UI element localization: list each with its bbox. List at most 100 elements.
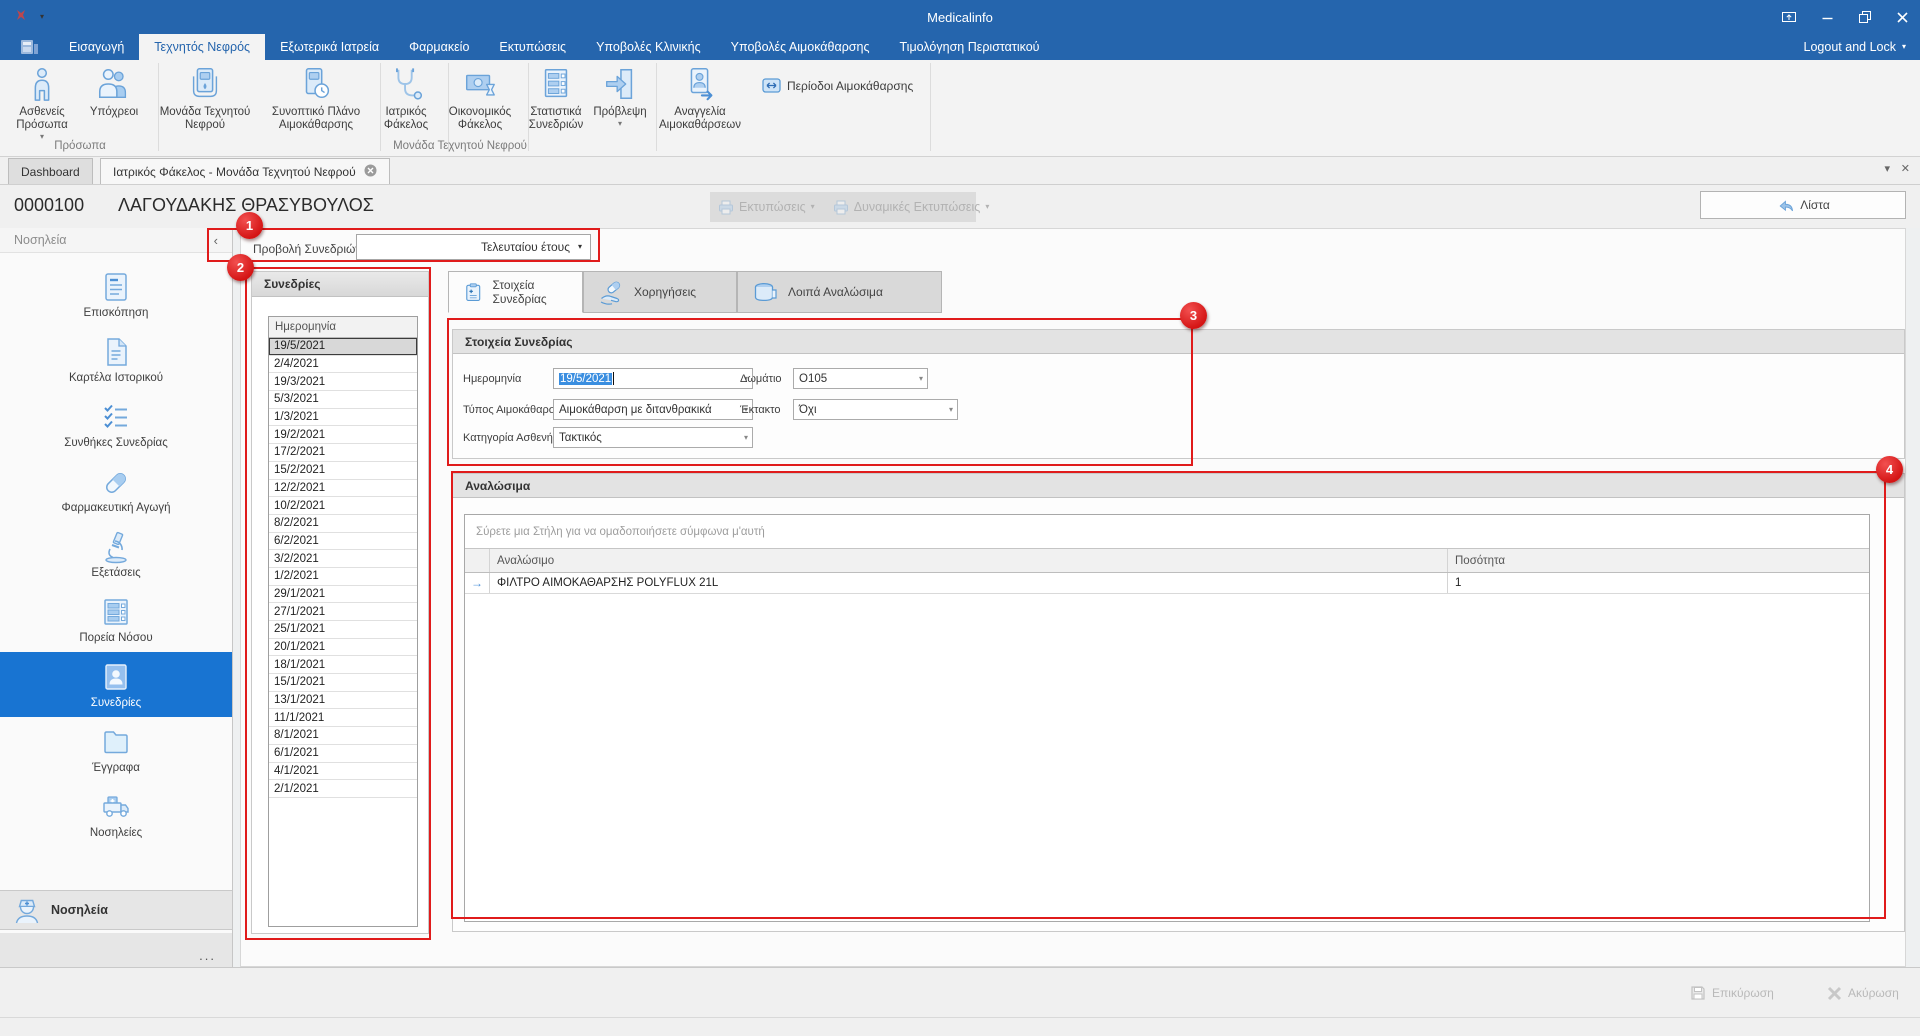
session-date-row[interactable]: 15/2/2021 [269,462,417,480]
collapse-icon[interactable]: ‹ [214,233,218,248]
ribbon-button-medical-file[interactable]: Ιατρικός Φάκελος [372,63,440,132]
session-date-row[interactable]: 13/1/2021 [269,692,417,710]
sidebar-header[interactable]: Νοσηλεία ‹ [0,228,232,253]
quantity-column-header[interactable]: Ποσότητα [1448,549,1869,572]
session-date-row[interactable]: 29/1/2021 [269,586,417,604]
session-date-row[interactable]: 6/1/2021 [269,745,417,763]
list-button[interactable]: Λίστα [1700,191,1906,219]
session-date-row[interactable]: 2/1/2021 [269,780,417,798]
sidebar-item-synedries[interactable]: Συνεδρίες [0,652,232,717]
tabstrip-close-icon[interactable]: ✕ [1901,164,1910,175]
application-window: Medicalinfo ▾ Εισαγωγή Τ [0,0,1920,1036]
close-icon[interactable] [1897,12,1908,23]
session-date-row[interactable]: 20/1/2021 [269,639,417,657]
tabstrip-dropdown-icon[interactable]: ▾ [1884,164,1890,175]
session-date-row[interactable]: 15/1/2021 [269,674,417,692]
ribbon-button-dialysis-periods[interactable]: Περίοδοι Αιμοκάθαρσης [752,77,923,94]
printer-icon [833,200,849,215]
logout-and-lock-button[interactable]: Logout and Lock ▾ [1804,34,1906,60]
doc-tab-dashboard[interactable]: Dashboard [8,158,93,184]
session-date-row[interactable]: 5/3/2021 [269,391,417,409]
consumable-column-header[interactable]: Αναλώσιμο [490,549,1448,572]
menu-tab-ektyposeis[interactable]: Εκτυπώσεις [484,34,581,60]
group-by-hint[interactable]: Σύρετε μια Στήλη για να ομαδοποιήσετε σύ… [465,515,1869,549]
quick-access-arrow-icon[interactable]: ▾ [40,13,44,21]
session-date-row[interactable]: 11/1/2021 [269,709,417,727]
sidebar-item-poreia-nosou[interactable]: Πορεία Νόσου [0,587,232,652]
session-date-row[interactable]: 25/1/2021 [269,621,417,639]
session-dates-list: 19/5/20212/4/202119/3/20215/3/20211/3/20… [269,338,417,798]
menu-tab-exoterika-iatreia[interactable]: Εξωτερικά Ιατρεία [265,34,394,60]
doc-tab-medical-file[interactable]: Ιατρικός Φάκελος - Μονάδα Τεχνητού Νεφρο… [100,158,390,184]
session-date-row[interactable]: 19/2/2021 [269,426,417,444]
session-date-row[interactable]: 6/2/2021 [269,533,417,551]
sidebar-item-exetaseis[interactable]: Εξετάσεις [0,522,232,587]
patient-header: 0000100 ΛΑΓΟΥΔΑΚΗΣ ΘΡΑΣΥΒΟΥΛΟΣ Εκτυπώσει… [0,185,1920,228]
ribbon-button-forecast[interactable]: Πρόβλεψη ▾ [592,63,648,128]
confirm-button[interactable]: Επικύρωση [1690,980,1774,1006]
dialysis-type-field[interactable]: Αιμοκάθαρση με διτανθρακικά ▾ [553,399,753,420]
session-date-row[interactable]: 10/2/2021 [269,497,417,515]
tab-other-consumables[interactable]: Λοιπά Αναλώσιμα [737,271,942,313]
room-field[interactable]: Ο105 ▾ [793,368,928,389]
sidebar-item-nosileies[interactable]: Νοσηλείες [0,782,232,847]
printer-icon [718,200,734,215]
consumable-row[interactable]: → ΦΙΛΤΡΟ ΑΙΜΟΚΑΘΑΡΣΗΣ POLYFLUX 21L 1 [465,573,1869,594]
session-date-row[interactable]: 17/2/2021 [269,444,417,462]
menu-tab-timologisi[interactable]: Τιμολόγηση Περιστατικού [885,34,1055,60]
menu-tab-ypovoles-klinikis[interactable]: Υποβολές Κλινικής [581,34,716,60]
ribbon-button-session-stats[interactable]: Στατιστικά Συνεδριών [520,63,592,132]
session-date-row[interactable]: 2/4/2021 [269,356,417,374]
ribbon-button-dialysis-unit[interactable]: Μονάδα Τεχνητού Νεφρού [150,63,260,132]
session-date-row[interactable]: 19/3/2021 [269,373,417,391]
session-date-row[interactable]: 8/1/2021 [269,727,417,745]
sidebar-item-farmakeutiki-agogi[interactable]: Φαρμακευτική Αγωγή [0,457,232,522]
session-date-row[interactable]: 19/5/2021 [269,338,417,356]
tray-icon[interactable] [1782,11,1796,23]
minimize-icon[interactable] [1822,12,1833,23]
sidebar-item-synthikes-synedrias[interactable]: Συνθήκες Συνεδρίας [0,392,232,457]
session-view-dropdown[interactable]: Τελευταίου έτους ▾ [356,234,591,260]
session-date-row[interactable]: 4/1/2021 [269,763,417,781]
chevron-down-icon: ▾ [618,120,622,128]
menu-tab-texnitos-nefros[interactable]: Τεχνητός Νεφρός [139,34,265,60]
app-logo-icon [14,8,28,27]
history-card-icon [99,335,133,369]
sidebar-overflow-button[interactable]: ... [0,933,232,967]
print-button[interactable]: Εκτυπώσεις ▾ [718,200,815,215]
main-workspace: Προβολή Συνεδριών Τελευταίου έτους ▾ Συν… [240,228,1906,967]
session-date-row[interactable]: 27/1/2021 [269,603,417,621]
tab-session-details[interactable]: Στοιχεία Συνεδρίας [448,271,583,313]
sidebar-footer-nosileia[interactable]: Νοσηλεία [0,890,232,930]
sidebar-item-eggrafa[interactable]: Έγγραφα [0,717,232,782]
session-date-row[interactable]: 12/2/2021 [269,480,417,498]
patient-category-field[interactable]: Τακτικός ▾ [553,427,753,448]
ribbon-button-financial-file[interactable]: Οικονομικός Φάκελος [440,63,520,132]
sidebar-item-kartela-istorikou[interactable]: Καρτέλα Ιστορικού [0,327,232,392]
tab-administrations[interactable]: Χορηγήσεις [583,271,737,313]
tab-close-icon[interactable] [364,164,377,180]
date-column-header[interactable]: Ημερομηνία [269,317,417,338]
ribbon-button-dialysis-plan[interactable]: Συνοπτικό Πλάνο Αιμοκάθαρσης [260,63,372,132]
ribbon-button-patients[interactable]: Ασθενείς Πρόσωπα▾ [6,63,78,141]
application-icon[interactable] [0,34,54,60]
date-field[interactable]: 19/5/2021 ▾ [553,368,753,389]
restore-icon[interactable] [1859,11,1871,23]
session-date-row[interactable]: 1/2/2021 [269,568,417,586]
session-date-row[interactable]: 18/1/2021 [269,656,417,674]
menu-tab-eisagogi[interactable]: Εισαγωγή [54,34,139,60]
menu-tab-farmakeio[interactable]: Φαρμακείο [394,34,484,60]
session-date-row[interactable]: 3/2/2021 [269,550,417,568]
session-date-row[interactable]: 1/3/2021 [269,409,417,427]
text-cursor [613,372,614,385]
ribbon-button-announcement[interactable]: Αναγγελία Αιμοκαθάρσεων [648,63,752,132]
ribbon-separator [448,63,449,151]
menu-tab-ypovoles-aimokatharsis[interactable]: Υποβολές Αιμοκάθαρσης [716,34,885,60]
emergency-field[interactable]: Όχι ▾ [793,399,958,420]
dynamic-print-button[interactable]: Δυναμικές Εκτυπώσεις ▾ [833,200,990,215]
cancel-button[interactable]: Ακύρωση [1827,980,1899,1006]
session-date-row[interactable]: 8/2/2021 [269,515,417,533]
ribbon-button-guarantors[interactable]: Υπόχρεοι [78,63,150,119]
dialysis-type-label: Τύπος Αιμοκάθαρσης [463,404,567,416]
sidebar-item-episkopisi[interactable]: Επισκόπηση [0,262,232,327]
